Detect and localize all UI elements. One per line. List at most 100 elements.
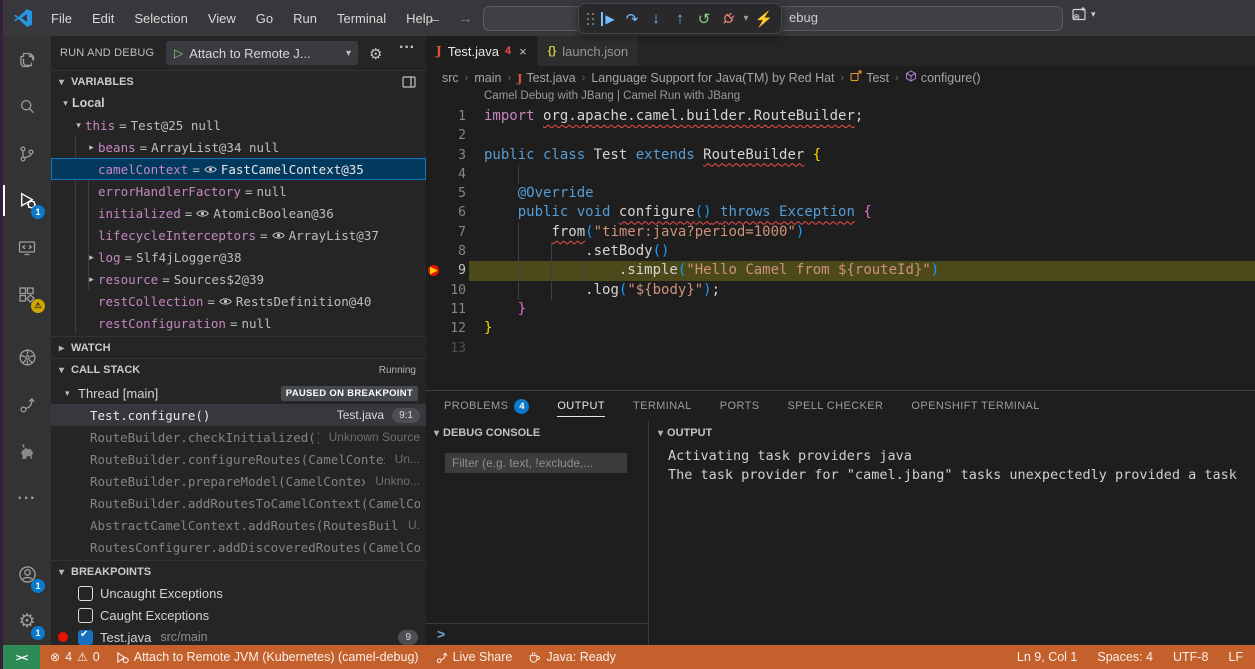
activity-settings-icon[interactable]: ⚙1 [3, 598, 51, 645]
activity-live-share-icon[interactable] [3, 381, 51, 428]
activity-accounts-icon[interactable]: 1 [3, 551, 51, 598]
tree-chevron-icon[interactable]: ▸ [85, 274, 98, 285]
lazy-eval-eye-icon[interactable] [272, 231, 285, 240]
panel-tab-ports[interactable]: PORTS [720, 391, 760, 421]
breadcrumb-item[interactable]: Language Support for Java(TM) by Red Hat [591, 71, 834, 85]
call-stack-section-header[interactable]: ▾ CALL STACK Running [51, 358, 426, 381]
breadcrumb-item[interactable]: Test [850, 70, 889, 85]
menu-terminal[interactable]: Terminal [327, 7, 396, 30]
panel-tab-terminal[interactable]: TERMINAL [633, 391, 692, 421]
indentation-setting[interactable]: Spaces: 4 [1097, 650, 1153, 664]
lazy-eval-eye-icon[interactable] [196, 209, 209, 218]
breadcrumb-item[interactable]: JTest.java [517, 71, 576, 85]
thread-row[interactable]: ▾ Thread [main] PAUSED ON BREAKPOINT [51, 382, 426, 404]
code-line-3[interactable]: 3public class Test extends RouteBuilder … [426, 146, 1255, 165]
activity-explorer-icon[interactable] [3, 36, 51, 83]
restart-icon[interactable]: ↺ [692, 6, 716, 32]
launch-config-dropdown[interactable]: ▷ Attach to Remote J... ▾ [166, 41, 358, 65]
code-line-7[interactable]: 7 from("timer:java?period=1000") [426, 223, 1255, 242]
step-into-icon[interactable]: ↓ [644, 6, 668, 32]
activity-kubernetes-icon[interactable] [3, 334, 51, 381]
panel-tab-spell-checker[interactable]: SPELL CHECKER [788, 391, 884, 421]
breadcrumb-item[interactable]: main [474, 71, 501, 85]
debug-console-filter-input[interactable] [445, 453, 627, 473]
debug-target-status[interactable]: Attach to Remote JVM (Kubernetes) (camel… [116, 650, 419, 664]
breadcrumb-item[interactable]: configure() [905, 70, 981, 85]
cursor-position[interactable]: Ln 9, Col 1 [1017, 650, 1077, 664]
variable-row-this[interactable]: ▾this=Test@25 null [51, 114, 426, 136]
menu-view[interactable]: View [198, 7, 246, 30]
editor-layout-button[interactable]: ▾ [1071, 6, 1096, 23]
breakpoint-row[interactable]: Caught Exceptions [51, 604, 426, 626]
activity-run-and-debug-icon[interactable]: 1 [3, 177, 51, 224]
tree-chevron-icon[interactable]: ▾ [72, 120, 85, 131]
variable-row-camelContext[interactable]: camelContext=FastCamelContext@35 [51, 158, 426, 180]
breadcrumb-item[interactable]: src [442, 71, 459, 85]
debug-console-header[interactable]: ▾ DEBUG CONSOLE [434, 421, 639, 445]
menu-go[interactable]: Go [246, 7, 283, 30]
menu-selection[interactable]: Selection [124, 7, 197, 30]
code-line-10[interactable]: 10 .log("${body}"); [426, 281, 1255, 300]
disconnect-icon[interactable] [716, 6, 740, 32]
back-icon[interactable]: ← [427, 10, 442, 27]
code-line-2[interactable]: 2 [426, 126, 1255, 145]
variable-row-restConfiguration[interactable]: restConfiguration=null [51, 312, 426, 334]
code-line-8[interactable]: 8 .setBody() [426, 242, 1255, 261]
more-actions-icon[interactable]: ··· [399, 39, 415, 57]
panel-tab-output[interactable]: OUTPUT [557, 391, 605, 421]
chevron-down-icon[interactable]: ▾ [740, 6, 752, 32]
call-stack-frame[interactable]: Test.configure()Test.java9:1 [51, 404, 426, 426]
breakpoints-section-header[interactable]: ▾ BREAKPOINTS [51, 560, 426, 583]
call-stack-frame[interactable]: RouteBuilder.prepareModel(CamelContext)U… [51, 470, 426, 492]
activity-source-control-icon[interactable] [3, 130, 51, 177]
call-stack-frame[interactable]: RoutesConfigurer.addDiscoveredRoutes(Cam… [51, 536, 426, 558]
continue-icon[interactable]: ▶ [596, 6, 620, 32]
watch-section-header[interactable]: ▸ WATCH [51, 336, 426, 359]
variable-row-resource[interactable]: ▸resource=Sources$2@39 [51, 268, 426, 290]
codelens-actions[interactable]: Camel Debug with JBang | Camel Run with … [484, 90, 740, 107]
encoding-setting[interactable]: UTF-8 [1173, 650, 1208, 664]
panel-tab-openshift-terminal[interactable]: OPENSHIFT TERMINAL [911, 391, 1039, 421]
step-over-icon[interactable]: ↷ [620, 6, 644, 32]
code-line-6[interactable]: 6 public void configure() throws Excepti… [426, 203, 1255, 222]
tree-chevron-icon[interactable]: ▸ [85, 142, 98, 153]
code-line-11[interactable]: 11 } [426, 300, 1255, 319]
activity-remote-explorer-icon[interactable] [3, 224, 51, 271]
variable-row-restCollection[interactable]: restCollection=RestsDefinition@40 [51, 290, 426, 312]
code-line-12[interactable]: 12} [426, 319, 1255, 338]
breakpoint-checkbox[interactable] [78, 608, 93, 623]
hot-code-replace-icon[interactable]: ⚡ [752, 6, 776, 32]
activity-search-icon[interactable] [3, 83, 51, 130]
eol-setting[interactable]: LF [1228, 650, 1243, 664]
activity-extensions-icon[interactable]: ⚠ [3, 271, 51, 318]
code-line-1[interactable]: 1import org.apache.camel.builder.RouteBu… [426, 107, 1255, 126]
call-stack-frame[interactable]: RouteBuilder.checkInitialized()Unknown S… [51, 426, 426, 448]
breakpoint-checkbox[interactable] [78, 630, 93, 645]
menu-run[interactable]: Run [283, 7, 327, 30]
variable-row-Local[interactable]: ▾Local [51, 92, 426, 114]
call-stack-frame[interactable]: AbstractCamelContext.addRoutes(RoutesBui… [51, 514, 426, 536]
java-status[interactable]: Java: Ready [528, 650, 615, 664]
close-icon[interactable]: × [519, 44, 527, 59]
output-header[interactable]: ▾ OUTPUT [658, 421, 712, 445]
call-stack-frame[interactable]: RouteBuilder.configureRoutes(CamelContex… [51, 448, 426, 470]
breakpoint-checkbox[interactable] [78, 586, 93, 601]
pane-divider[interactable] [648, 421, 649, 646]
tab-launch-json[interactable]: {} launch.json [538, 36, 639, 66]
tree-chevron-icon[interactable]: ▸ [85, 252, 98, 263]
lazy-eval-eye-icon[interactable] [219, 297, 232, 306]
code-line-9[interactable]: ▶9 .simple("Hello Camel from ${routeId}"… [426, 261, 1255, 280]
breakpoint-row[interactable]: Uncaught Exceptions [51, 582, 426, 604]
forward-icon[interactable]: → [458, 10, 473, 27]
variable-row-initialized[interactable]: initialized=AtomicBoolean@36 [51, 202, 426, 224]
variable-row-lifecycleInterceptors[interactable]: lifecycleInterceptors=ArrayList@37 [51, 224, 426, 246]
remote-indicator[interactable]: >< [3, 645, 40, 669]
code-line-5[interactable]: 5 @Override [426, 184, 1255, 203]
problems-status[interactable]: ⊗ 4 ⚠ 0 [50, 650, 100, 664]
code-line-4[interactable]: 4 [426, 165, 1255, 184]
start-debug-icon[interactable]: ▷ [174, 46, 183, 60]
breakpoint-row[interactable]: Test.javasrc/main9 [51, 626, 426, 645]
lazy-eval-eye-icon[interactable] [204, 165, 217, 174]
activity-camel-icon[interactable] [3, 428, 51, 475]
activity-more-icon[interactable]: ··· [3, 475, 51, 522]
